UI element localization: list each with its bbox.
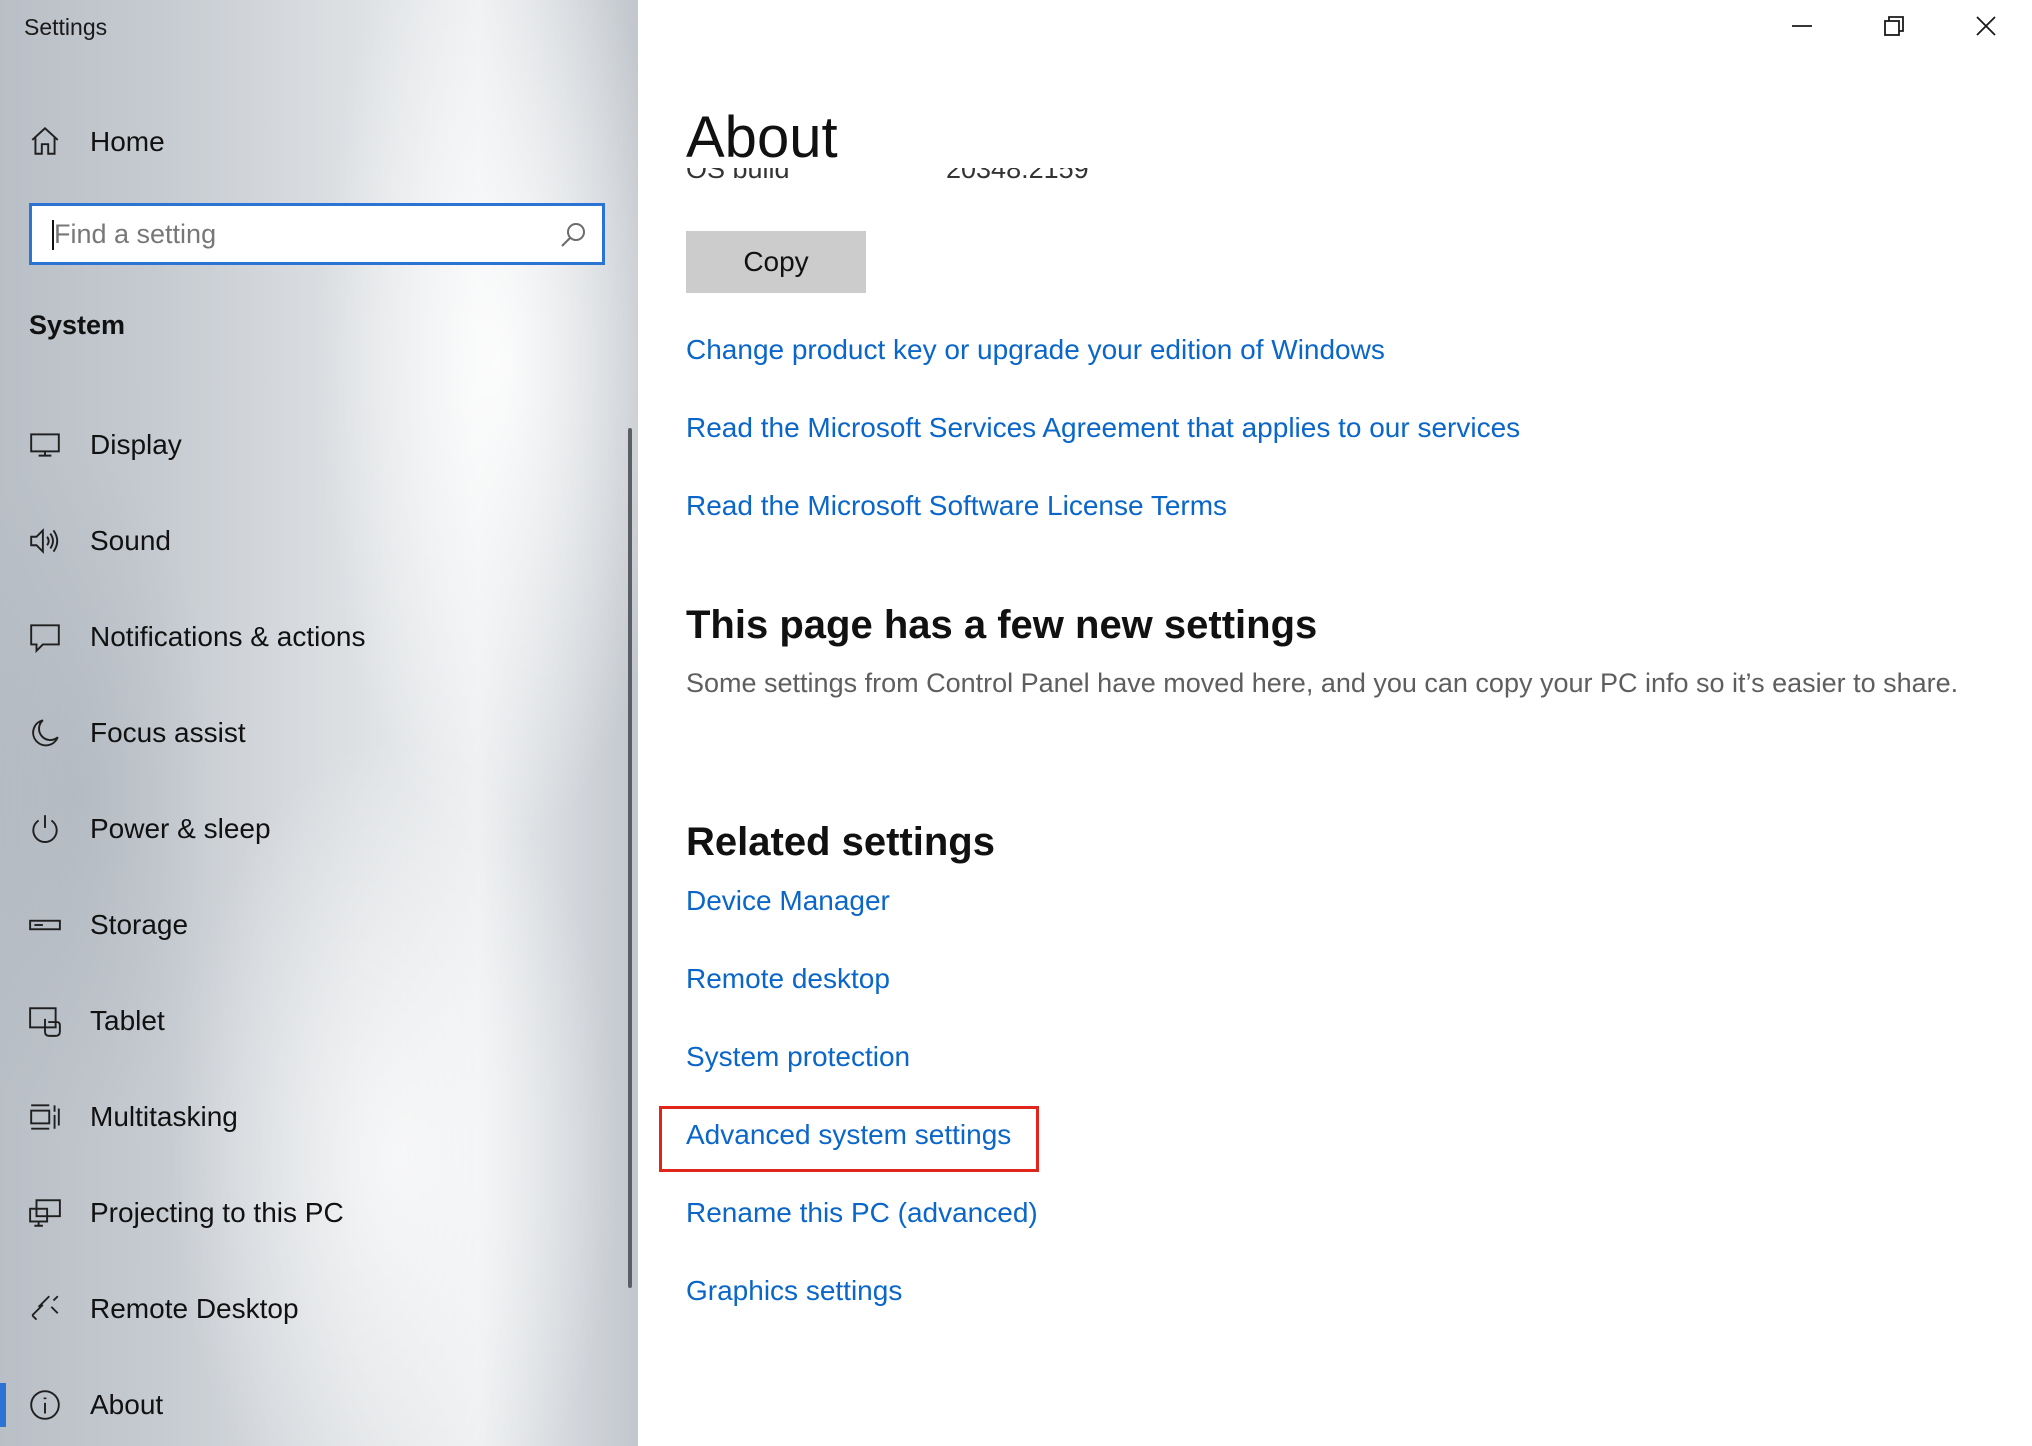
highlight-box [659, 1106, 1039, 1172]
power-icon [28, 812, 62, 846]
device-manager-link[interactable]: Device Manager [686, 885, 890, 917]
sidebar-item-label: Power & sleep [90, 813, 271, 844]
os-build-label: OS build [686, 168, 790, 184]
sidebar-item-label: Focus assist [90, 717, 246, 748]
sidebar-item-label: Remote Desktop [90, 1293, 299, 1324]
sidebar-item-remote-desktop[interactable]: Remote Desktop [0, 1279, 638, 1339]
restore-icon [1882, 14, 1906, 43]
os-build-row: OS build 20348.2159 [686, 168, 1286, 194]
sidebar-item-label: Tablet [90, 1005, 165, 1036]
info-icon [28, 1388, 62, 1422]
display-icon [28, 428, 62, 462]
storage-icon [28, 908, 62, 942]
sidebar-item-home[interactable]: Home [0, 115, 638, 167]
sidebar-item-power-sleep[interactable]: Power & sleep [0, 799, 638, 859]
change-product-key-link[interactable]: Change product key or upgrade your editi… [686, 334, 1385, 366]
app-title: Settings [24, 14, 108, 40]
close-icon [1974, 14, 1998, 43]
new-settings-description: Some settings from Control Panel have mo… [686, 668, 1959, 698]
sound-icon [28, 524, 62, 558]
sidebar-item-about[interactable]: About [0, 1375, 638, 1435]
services-agreement-link[interactable]: Read the Microsoft Services Agreement th… [686, 412, 1520, 444]
search-input[interactable] [54, 206, 544, 262]
sidebar-item-projecting[interactable]: Projecting to this PC [0, 1183, 638, 1243]
tablet-icon [28, 1004, 62, 1038]
sidebar-item-focus-assist[interactable]: Focus assist [0, 703, 638, 763]
sidebar-item-multitasking[interactable]: Multitasking [0, 1087, 638, 1147]
multitasking-icon [28, 1100, 62, 1134]
remote-desktop-link[interactable]: Remote desktop [686, 963, 890, 995]
sidebar-item-label: About [90, 1389, 164, 1420]
home-icon [28, 124, 62, 158]
minimize-icon [1790, 14, 1814, 43]
related-settings-heading: Related settings [686, 820, 995, 864]
sidebar-item-label: Home [90, 126, 165, 157]
sidebar-item-sound[interactable]: Sound [0, 511, 638, 571]
license-terms-link[interactable]: Read the Microsoft Software License Term… [686, 490, 1227, 522]
sidebar-item-label: Notifications & actions [90, 621, 366, 652]
system-protection-link[interactable]: System protection [686, 1041, 910, 1073]
moon-icon [28, 716, 62, 750]
rename-pc-link[interactable]: Rename this PC (advanced) [686, 1197, 1038, 1229]
page-title: About [686, 105, 838, 170]
sidebar-item-tablet[interactable]: Tablet [0, 991, 638, 1051]
search-box[interactable] [29, 203, 605, 265]
os-build-value: 20348.2159 [946, 168, 1089, 184]
close-button[interactable] [1940, 0, 2032, 56]
sidebar-item-label: Sound [90, 525, 171, 556]
sidebar-item-label: Multitasking [90, 1101, 238, 1132]
new-settings-heading: This page has a few new settings [686, 603, 1318, 647]
graphics-settings-link[interactable]: Graphics settings [686, 1275, 902, 1307]
sidebar: Settings Home System Display Sound Notif… [0, 0, 638, 1446]
section-title: System [29, 310, 126, 340]
sidebar-item-label: Storage [90, 909, 189, 940]
remote-desktop-icon [28, 1292, 62, 1326]
sidebar-item-label: Projecting to this PC [90, 1197, 344, 1228]
sidebar-item-label: Display [90, 429, 182, 460]
projecting-icon [28, 1196, 62, 1230]
sidebar-scrollbar[interactable] [628, 428, 632, 1288]
search-icon[interactable] [558, 220, 588, 250]
sidebar-item-storage[interactable]: Storage [0, 895, 638, 955]
restore-button[interactable] [1848, 0, 1940, 56]
sidebar-item-display[interactable]: Display [0, 415, 638, 475]
sidebar-item-notifications[interactable]: Notifications & actions [0, 607, 638, 667]
minimize-button[interactable] [1756, 0, 1848, 56]
notifications-icon [28, 620, 62, 654]
copy-button[interactable]: Copy [686, 231, 866, 293]
window-controls [1756, 0, 2032, 56]
